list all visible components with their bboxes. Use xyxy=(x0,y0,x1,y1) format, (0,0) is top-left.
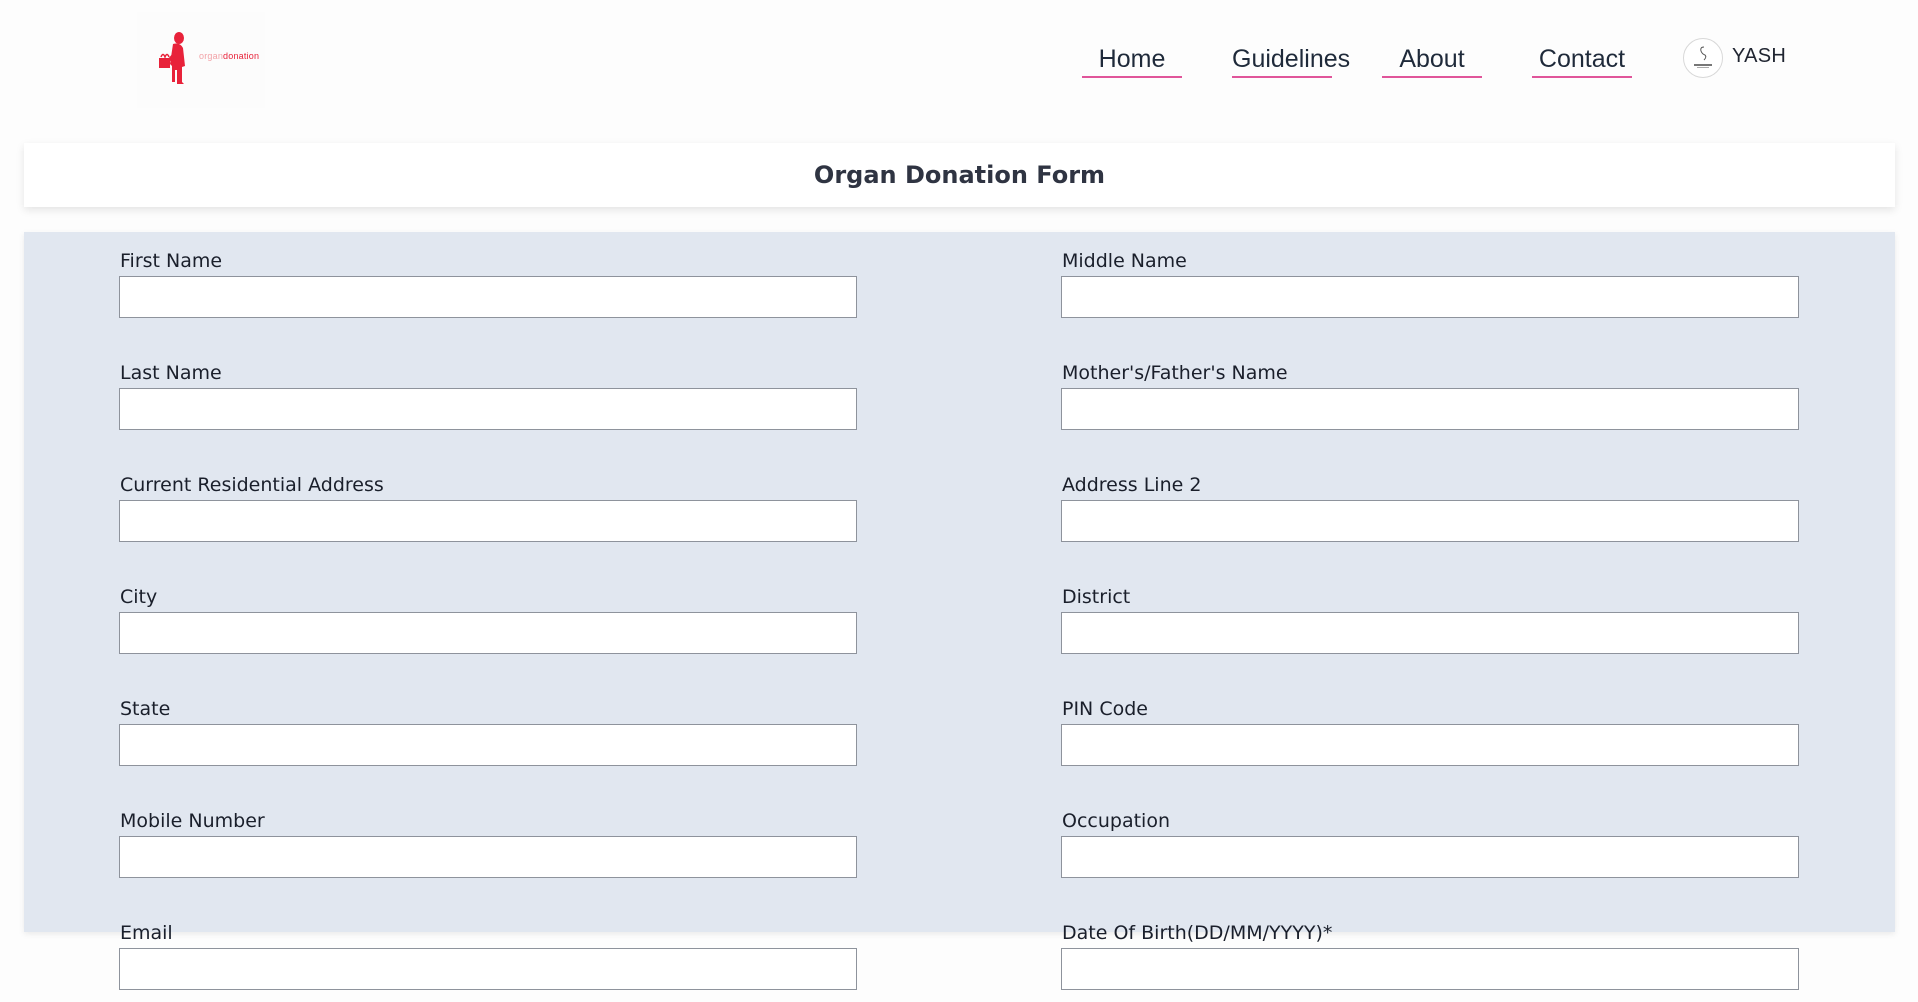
nav-home-underline xyxy=(1082,76,1182,78)
residential-address-field: Current Residential Address xyxy=(119,474,859,554)
address-line-2-field: Address Line 2 xyxy=(1061,474,1801,554)
pin-code-input[interactable] xyxy=(1061,724,1799,766)
email-field: Email xyxy=(119,922,859,1002)
nav-guidelines[interactable]: Guidelines xyxy=(1232,42,1350,78)
page-title: Organ Donation Form xyxy=(813,161,1106,189)
nav-about[interactable]: About xyxy=(1382,42,1482,78)
last-name-field: Last Name xyxy=(119,362,859,442)
state-label: State xyxy=(120,698,171,720)
nav-guidelines-underline xyxy=(1232,76,1332,78)
email-label: Email xyxy=(120,922,173,944)
occupation-input[interactable] xyxy=(1061,836,1799,878)
nav-about-underline xyxy=(1382,76,1482,78)
occupation-field: Occupation xyxy=(1061,810,1801,890)
district-input[interactable] xyxy=(1061,612,1799,654)
first-name-field: First Name xyxy=(119,250,859,330)
mobile-number-input[interactable] xyxy=(119,836,857,878)
city-field: City xyxy=(119,586,859,666)
district-label: District xyxy=(1062,586,1131,608)
middle-name-input[interactable] xyxy=(1061,276,1799,318)
logo-text-organ: organ xyxy=(199,51,224,61)
donation-form: First Name Middle Name Last Name Mother'… xyxy=(24,232,1895,990)
donor-figure-icon xyxy=(159,32,185,84)
nav-contact[interactable]: Contact xyxy=(1532,42,1632,78)
logo-text-donation: donation xyxy=(223,51,260,61)
occupation-label: Occupation xyxy=(1062,810,1170,832)
form-title-card: Organ Donation Form xyxy=(24,143,1895,207)
logo-wordmark: organdonation xyxy=(199,51,259,61)
nav-contact-underline xyxy=(1532,76,1632,78)
nav-guidelines-label: Guidelines xyxy=(1232,45,1351,73)
parent-name-input[interactable] xyxy=(1061,388,1799,430)
city-input[interactable] xyxy=(119,612,857,654)
pin-code-label: PIN Code xyxy=(1062,698,1148,720)
address-line-2-input[interactable] xyxy=(1061,500,1799,542)
district-field: District xyxy=(1061,586,1801,666)
parent-name-field: Mother's/Father's Name xyxy=(1061,362,1801,442)
first-name-label: First Name xyxy=(120,250,223,272)
middle-name-field: Middle Name xyxy=(1061,250,1801,330)
nav-home-label: Home xyxy=(1098,45,1166,73)
last-name-input[interactable] xyxy=(119,388,857,430)
city-label: City xyxy=(120,586,158,608)
date-of-birth-field: Date Of Birth(DD/MM/YYYY)* xyxy=(1061,922,1801,1002)
residential-address-label: Current Residential Address xyxy=(120,474,384,496)
last-name-label: Last Name xyxy=(120,362,222,384)
mobile-number-label: Mobile Number xyxy=(120,810,265,832)
date-of-birth-label: Date Of Birth(DD/MM/YYYY)* xyxy=(1062,922,1333,944)
pin-code-field: PIN Code xyxy=(1061,698,1801,778)
nav-home[interactable]: Home xyxy=(1082,42,1182,78)
avatar-mark-icon xyxy=(1694,46,1712,68)
date-of-birth-input[interactable] xyxy=(1061,948,1799,990)
nav-contact-label: Contact xyxy=(1538,45,1626,73)
residential-address-input[interactable] xyxy=(119,500,857,542)
first-name-input[interactable] xyxy=(119,276,857,318)
site-header: organdonation Home Guidelines About Cont… xyxy=(0,0,1918,118)
state-input[interactable] xyxy=(119,724,857,766)
mobile-number-field: Mobile Number xyxy=(119,810,859,890)
user-name[interactable]: YASH xyxy=(1732,45,1786,68)
user-avatar-icon[interactable] xyxy=(1683,38,1723,78)
nav-about-label: About xyxy=(1399,45,1465,73)
organ-donation-logo[interactable]: organdonation xyxy=(137,12,265,108)
address-line-2-label: Address Line 2 xyxy=(1062,474,1202,496)
middle-name-label: Middle Name xyxy=(1062,250,1187,272)
parent-name-label: Mother's/Father's Name xyxy=(1062,362,1288,384)
state-field: State xyxy=(119,698,859,778)
email-input[interactable] xyxy=(119,948,857,990)
